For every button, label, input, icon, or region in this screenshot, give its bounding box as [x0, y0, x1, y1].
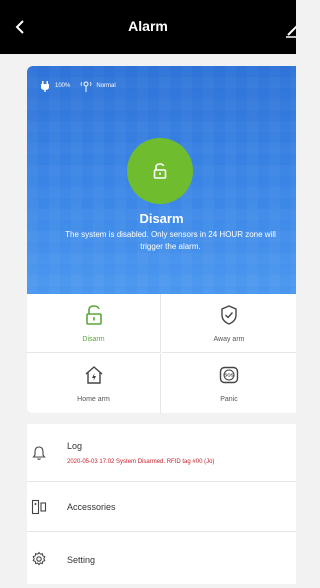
alarm-panel-card: 100% Normal Disarm The system is disable…	[27, 66, 296, 413]
signal-icon	[80, 81, 92, 92]
power-plug-icon	[41, 81, 49, 92]
battery-level: 100%	[55, 83, 71, 89]
setting-row[interactable]: Setting	[27, 532, 296, 584]
app-header: Alarm	[0, 0, 296, 54]
accessories-label: Accessories	[67, 502, 116, 512]
disarm-status-indicator[interactable]	[127, 138, 193, 204]
bell-icon	[32, 446, 46, 460]
away-arm-label: Away arm	[213, 336, 245, 343]
panic-button[interactable]: SOS Panic	[162, 354, 296, 413]
alarm-state-label: Disarm	[139, 211, 184, 226]
gear-icon	[32, 551, 46, 566]
alarm-status-panel: 100% Normal Disarm The system is disable…	[27, 66, 296, 294]
home-lock-icon	[85, 366, 102, 384]
unlock-icon	[85, 305, 102, 325]
device-status-bar: 100% Normal	[39, 78, 116, 94]
panic-label: Panic	[220, 396, 238, 403]
home-arm-label: Home arm	[77, 396, 110, 403]
latest-log-entry: 2020-05-03 17:02 System Disarmed. RFID t…	[67, 459, 215, 465]
arm-mode-grid: Disarm Away arm Home arm SOS Panic	[27, 294, 296, 413]
signal-status: Normal	[96, 83, 116, 89]
accessories-row[interactable]: Accessories	[27, 482, 296, 532]
alarm-state-description: The system is disabled. Only sensors in …	[65, 230, 276, 251]
away-arm-button[interactable]: Away arm	[162, 294, 296, 353]
setting-label: Setting	[67, 555, 96, 565]
sos-icon: SOS	[219, 366, 239, 384]
disarm-button[interactable]: Disarm	[27, 294, 161, 353]
svg-text:SOS: SOS	[224, 373, 234, 378]
device-icon	[31, 499, 47, 515]
shield-check-icon	[221, 305, 237, 325]
pencil-icon	[286, 25, 296, 38]
edit-button[interactable]	[284, 18, 296, 38]
disarm-label: Disarm	[82, 336, 105, 343]
settings-menu: Log 2020-05-03 17:02 System Disarmed. RF…	[27, 424, 296, 584]
log-label: Log	[67, 441, 83, 451]
unlock-icon	[153, 163, 167, 179]
log-row[interactable]: Log 2020-05-03 17:02 System Disarmed. RF…	[27, 424, 296, 482]
page-title: Alarm	[128, 18, 168, 34]
home-arm-button[interactable]: Home arm	[27, 354, 161, 413]
